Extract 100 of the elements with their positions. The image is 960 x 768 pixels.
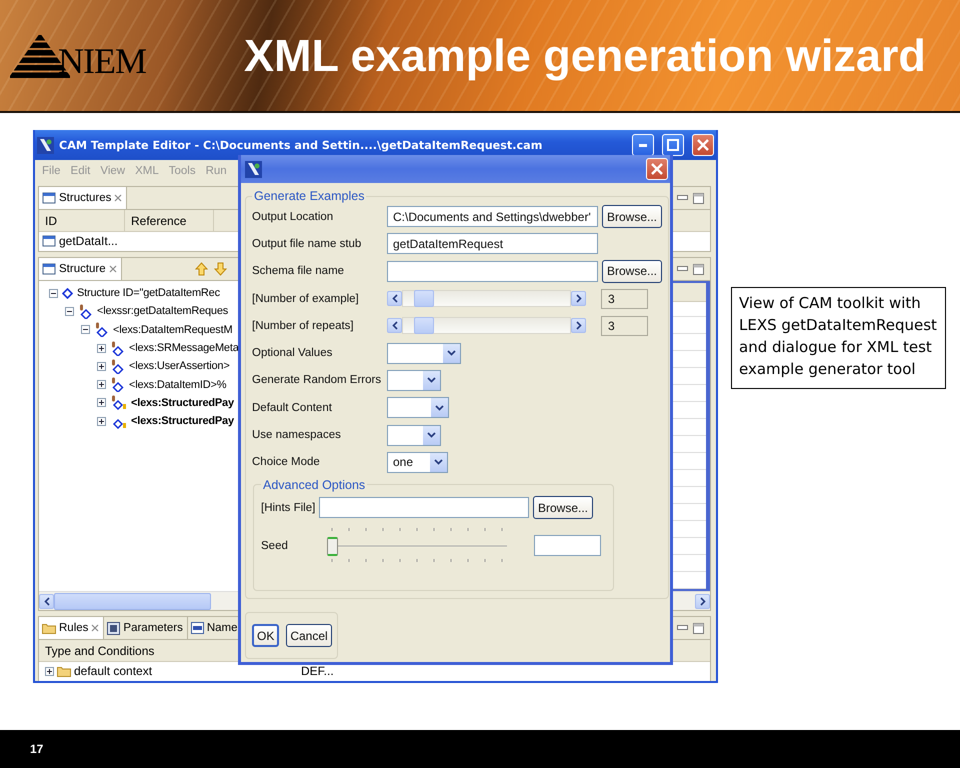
input-field[interactable]: C:\Documents and Settings\dwebber' [387,206,598,228]
field-label: [Hints File] [261,502,316,514]
chevron-left-icon [392,294,398,304]
expand-icon[interactable] [45,666,54,676]
down-arrow-icon[interactable] [214,262,227,276]
window-title: CAM Template Editor - C:\Documents and Settin....\getDataItemRequest.cam [59,138,542,152]
minimize-button[interactable] [632,134,654,156]
close-button[interactable] [692,134,714,156]
chevron-right-icon [700,596,706,606]
browse-button[interactable]: Browse... [602,205,662,228]
value-field: 3 [601,288,648,309]
dropdown[interactable] [387,397,449,418]
minimize-icon[interactable] [677,625,688,631]
browse-button[interactable]: Browse... [533,496,594,520]
expand-icon[interactable] [97,344,106,353]
element-icon [110,395,127,410]
tab[interactable]: Structure [39,258,122,280]
tree-item[interactable]: <lexs:StructuredPay [131,415,234,428]
scrollbar[interactable] [387,290,586,308]
diamond-icon [62,288,73,299]
input-field[interactable]: getDataItemRequest [387,233,598,254]
tree-item[interactable]: <lexs:DataItemID>% [129,378,226,391]
right-arrow-button[interactable] [571,318,586,334]
dropdown[interactable] [387,370,441,391]
collapse-icon[interactable] [49,288,58,298]
left-arrow-button[interactable] [387,318,402,334]
folder-icon [42,622,56,634]
tree-item[interactable]: <lexs:StructuredPay [131,396,234,409]
collapse-icon[interactable] [81,325,90,334]
dropdown[interactable] [387,342,461,364]
dialog-button[interactable]: Cancel [286,624,332,647]
right-arrow-button[interactable] [571,291,586,306]
page-number: 17 [30,742,44,756]
close-button[interactable] [646,158,668,180]
maximize-icon[interactable] [693,622,704,634]
field-label: Generate Random Errors [252,374,382,386]
maximize-icon [667,139,679,151]
field-label: [Number of repeats] [252,320,355,332]
input-field[interactable] [534,535,601,556]
dropdown[interactable] [387,424,441,446]
maximize-button[interactable] [662,134,684,156]
field-label: Default Content [252,402,333,414]
callout-text: View of CAM toolkit with LEXS getDataItemRequest and dialogue for XML test example generator tool [731,287,946,389]
chevron-right-icon [576,321,582,330]
chevron-right-icon [576,294,582,304]
view-icon [42,235,56,247]
minimize-icon[interactable] [677,266,688,272]
collapse-icon[interactable] [65,306,74,316]
column-header: ID [39,210,125,231]
left-arrow-button[interactable] [387,291,402,306]
left-arrow-button[interactable] [39,594,54,608]
tab[interactable]: Parameters [104,617,188,639]
right-arrow-button[interactable] [695,594,710,608]
close-icon[interactable] [108,265,117,273]
element-icon [110,377,125,392]
expand-icon[interactable] [97,380,106,390]
minimize-icon[interactable] [677,195,688,201]
scrollbar[interactable] [387,317,586,334]
dropdown[interactable]: one [387,452,448,473]
group-title: Generate Examples [253,189,366,203]
chevron-left-icon [44,596,50,606]
element-icon [110,358,125,374]
tree-item[interactable]: <lexssr:getDataItemReques [97,305,228,318]
logo-text: NIEM [58,42,146,78]
view-icon [42,263,56,275]
slide-title: XML example generation wizard [244,30,926,82]
element-icon [78,304,93,319]
tree-item[interactable]: default context [74,664,152,678]
table-cell-text: DEF... [300,664,335,678]
tree-item[interactable]: <lexs:SRMessageMeta [129,342,239,354]
element-icon [110,340,125,356]
field-label: Choice Mode [252,456,321,468]
tree-item[interactable]: <lexs:UserAssertion> [129,360,230,372]
input-field[interactable] [387,260,598,282]
input-field[interactable] [319,497,529,518]
expand-icon[interactable] [97,416,106,426]
tab[interactable]: Structures [39,187,128,209]
field-label: Seed [261,540,289,552]
field-label: Optional Values [252,347,334,360]
tree-item[interactable]: Structure ID="getDataItemRec [77,287,220,300]
close-icon[interactable] [91,624,100,632]
up-arrow-icon[interactable] [195,262,208,276]
column-header: Reference [125,210,214,231]
expand-icon[interactable] [97,398,106,408]
tab[interactable]: Rules [39,617,104,639]
tree-item[interactable]: <lexs:DataItemRequestM [113,324,232,336]
browse-button[interactable]: Browse... [602,260,662,283]
app-icon [37,136,54,154]
close-icon[interactable] [114,194,122,202]
app-icon [245,160,262,178]
table-cell: getDataIt... [39,234,121,248]
slider-thumb[interactable] [327,536,338,556]
dialog-button[interactable]: OK [252,624,280,647]
close-icon [651,163,663,175]
value-field: 3 [601,316,648,336]
maximize-icon[interactable] [693,192,704,204]
expand-icon[interactable] [97,362,106,371]
field-label: Output Location [252,210,334,223]
maximize-icon[interactable] [693,264,704,274]
field-label: Schema file name [252,265,346,278]
